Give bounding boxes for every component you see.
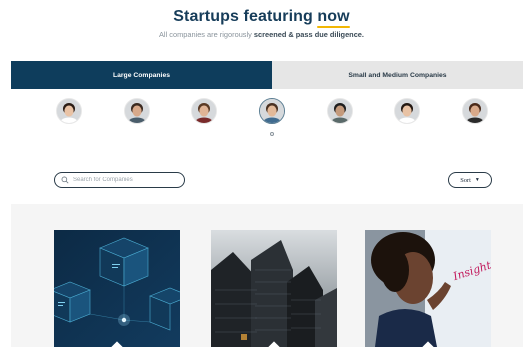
search-bar[interactable] bbox=[54, 172, 185, 188]
company-size-tabs: Large Companies Small and Medium Compani… bbox=[11, 61, 523, 89]
subtitle-bold: screened & pass due diligence. bbox=[253, 30, 364, 39]
avatar-face bbox=[267, 105, 277, 117]
founder-avatar-carousel bbox=[0, 98, 523, 130]
founder-avatar-3[interactable] bbox=[191, 98, 217, 124]
founder-avatar-5[interactable] bbox=[327, 98, 353, 124]
avatar-face bbox=[335, 105, 345, 117]
founder-avatar-2[interactable] bbox=[124, 98, 150, 124]
company-card-1[interactable] bbox=[54, 230, 180, 347]
avatar-face bbox=[64, 105, 74, 117]
skyscrapers-image bbox=[211, 230, 337, 347]
avatar-face bbox=[402, 105, 412, 117]
page-title: Startups featuring now bbox=[0, 8, 523, 28]
founder-avatar-4[interactable] bbox=[259, 98, 285, 124]
search-icon bbox=[61, 176, 69, 184]
page-header: Startups featuring now All companies are… bbox=[0, 8, 523, 39]
sort-dropdown[interactable]: Sort ▼ bbox=[448, 172, 492, 188]
title-prefix: Startups featuring bbox=[173, 8, 318, 25]
page-subtitle: All companies are rigorously screened & … bbox=[0, 30, 523, 39]
founder-avatar-6[interactable] bbox=[394, 98, 420, 124]
avatar-face bbox=[132, 105, 142, 117]
sort-label: Sort bbox=[460, 176, 471, 184]
founder-avatar-7[interactable] bbox=[462, 98, 488, 124]
tab-large-companies[interactable]: Large Companies bbox=[11, 61, 272, 89]
blockchain-cubes-image bbox=[54, 230, 180, 347]
subtitle-prefix: All companies are rigorously bbox=[159, 30, 254, 39]
avatar-face bbox=[199, 105, 209, 117]
carousel-indicator-dot[interactable] bbox=[270, 132, 274, 136]
search-input[interactable] bbox=[73, 177, 183, 183]
title-highlight: now bbox=[317, 8, 351, 28]
avatar-face bbox=[470, 105, 480, 117]
tab-small-medium-companies[interactable]: Small and Medium Companies bbox=[272, 61, 523, 89]
woman-whiteboard-image: Insight bbox=[365, 230, 491, 347]
founder-avatar-1[interactable] bbox=[56, 98, 82, 124]
caret-down-icon: ▼ bbox=[474, 177, 480, 183]
company-card-2[interactable] bbox=[211, 230, 337, 347]
company-card-grid: Insight bbox=[11, 204, 523, 347]
company-card-3[interactable]: Insight bbox=[365, 230, 491, 347]
